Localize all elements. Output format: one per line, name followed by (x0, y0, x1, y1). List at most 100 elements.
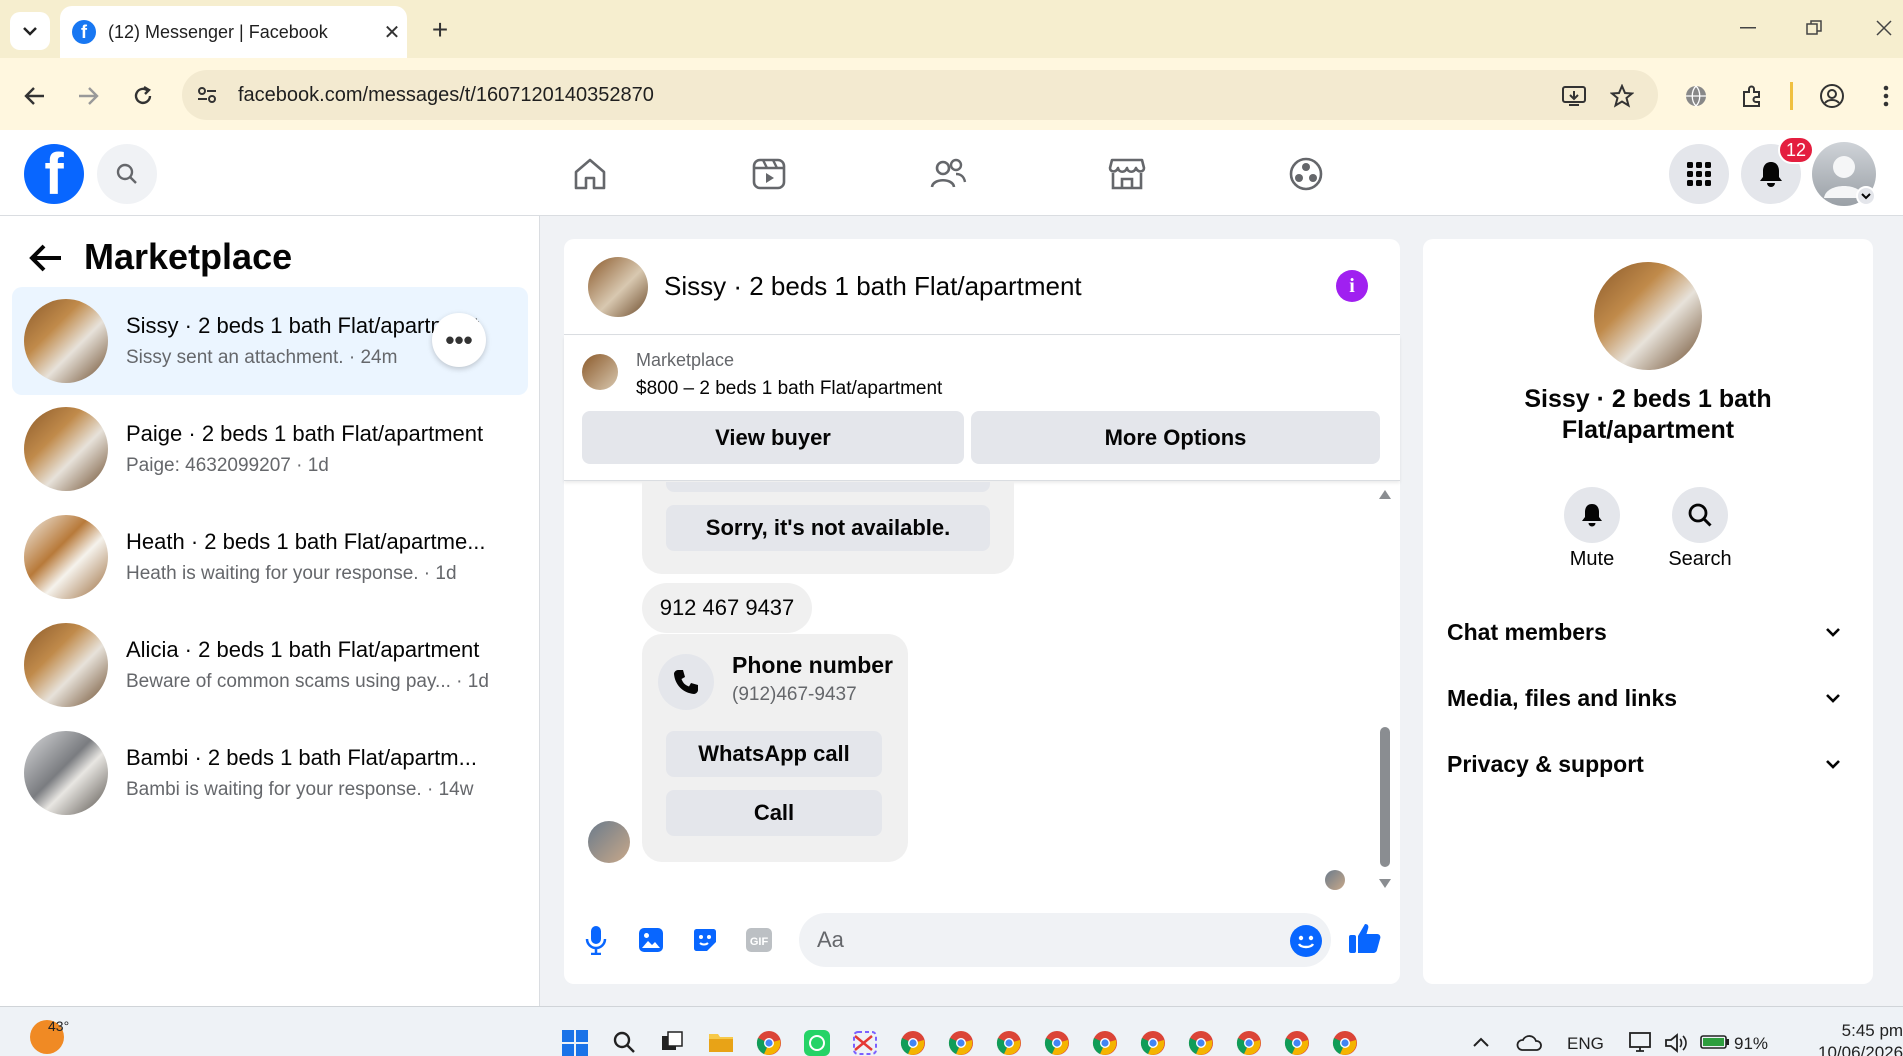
chrome-profile-icon[interactable] (1092, 1030, 1120, 1056)
chat-scrollbar-thumb[interactable] (1380, 727, 1390, 867)
view-buyer-button[interactable]: View buyer (582, 411, 964, 464)
info-icon[interactable]: i (1336, 270, 1368, 302)
chat-avatar[interactable] (588, 256, 648, 317)
forward-button[interactable] (70, 78, 106, 114)
close-window-button[interactable] (1860, 10, 1903, 46)
chrome-profile-icon[interactable] (1332, 1030, 1360, 1056)
network-icon[interactable] (1628, 1030, 1654, 1054)
gif-icon: GIF (746, 928, 772, 952)
back-to-chats-button[interactable] (28, 240, 68, 280)
file-explorer-icon[interactable] (708, 1030, 736, 1056)
snipping-tool-icon[interactable] (852, 1030, 880, 1056)
privacy-support-section[interactable]: Privacy & support (1447, 737, 1849, 791)
browser-menu-icon[interactable] (1868, 78, 1903, 114)
tab-close-button[interactable]: ✕ (377, 20, 407, 45)
restore-button[interactable] (1790, 10, 1838, 46)
media-files-links-section[interactable]: Media, files and links (1447, 671, 1849, 725)
extensions-puzzle-icon[interactable] (1734, 78, 1770, 114)
conversation-preview: Bambi is waiting for your response. · 14… (126, 779, 474, 800)
bookmark-star-icon[interactable] (1604, 78, 1640, 114)
quick-reply-button[interactable]: Sorry, it's not available. (666, 505, 990, 551)
nav-video[interactable] (747, 152, 791, 196)
tab-search-dropdown[interactable] (10, 12, 50, 50)
mute-button[interactable] (1564, 487, 1620, 543)
message-input[interactable]: Aa (799, 913, 1331, 967)
show-hidden-icons-chevron-icon[interactable] (1472, 1036, 1490, 1048)
battery-icon[interactable] (1700, 1034, 1730, 1050)
scroll-up-arrow[interactable] (1378, 488, 1392, 500)
svg-text:GIF: GIF (750, 936, 769, 948)
taskbar-search[interactable] (612, 1030, 640, 1056)
conversation-options-button[interactable]: ••• (432, 313, 486, 367)
call-button[interactable]: Call (666, 790, 882, 836)
chrome-profile-icon[interactable] (996, 1030, 1024, 1056)
facebook-search-button[interactable] (97, 144, 157, 204)
attach-photo-button[interactable] (633, 922, 669, 958)
menu-button[interactable] (1669, 144, 1729, 204)
chrome-profile-icon[interactable] (1284, 1030, 1312, 1056)
volume-icon[interactable] (1664, 1032, 1688, 1054)
profile-icon[interactable] (1814, 78, 1850, 114)
nav-home[interactable] (568, 152, 612, 196)
install-app-icon[interactable] (1556, 78, 1592, 114)
chrome-icon[interactable] (900, 1030, 928, 1056)
chrome-profile-icon[interactable] (1044, 1030, 1072, 1056)
sticker-button[interactable] (687, 922, 723, 958)
address-bar[interactable]: facebook.com/messages/t/1607120140352870 (182, 70, 1658, 120)
browser-tab[interactable]: f (12) Messenger | Facebook ✕ (60, 6, 407, 58)
translate-globe-icon[interactable] (1678, 78, 1714, 114)
listing-thumbnail[interactable] (582, 354, 618, 390)
chat-title[interactable]: Sissy · 2 beds 1 bath Flat/apartment (664, 271, 1082, 302)
chevron-down-icon (23, 27, 37, 36)
task-view-icon[interactable] (660, 1030, 688, 1056)
user-silhouette-icon (1824, 156, 1876, 206)
nav-gaming[interactable] (1284, 152, 1328, 196)
minimize-button[interactable] (1724, 10, 1772, 46)
back-button[interactable] (17, 78, 53, 114)
whatsapp-call-button[interactable]: WhatsApp call (666, 731, 882, 777)
listing-thumbnail (24, 299, 108, 383)
search-in-conversation-button[interactable] (1672, 487, 1728, 543)
more-options-button[interactable]: More Options (971, 411, 1380, 464)
language-indicator[interactable]: ENG (1567, 1034, 1604, 1054)
chrome-profile-icon[interactable] (948, 1030, 976, 1056)
chrome-icon[interactable] (756, 1030, 784, 1056)
scroll-down-arrow[interactable] (1378, 878, 1392, 890)
toolbar-divider (1790, 82, 1793, 110)
system-clock[interactable]: 5:45 pm 10/06/2026 (1818, 1020, 1903, 1056)
reload-icon (134, 85, 152, 105)
profile-avatar[interactable] (1594, 262, 1702, 370)
nav-friends[interactable] (926, 152, 970, 196)
whatsapp-icon[interactable] (804, 1030, 832, 1056)
url-text: facebook.com/messages/t/1607120140352870 (238, 83, 654, 106)
reload-button[interactable] (125, 78, 161, 114)
emoji-picker-icon[interactable] (1290, 925, 1322, 957)
conversation-item[interactable]: Heath · 2 beds 1 bath Flat/apartme... He… (12, 503, 528, 611)
chrome-profile-icon[interactable] (1140, 1030, 1168, 1056)
conversation-item[interactable]: Alicia · 2 beds 1 bath Flat/apartment Be… (12, 611, 528, 719)
battery-percentage: 91% (1734, 1034, 1769, 1053)
listing-price-title[interactable]: $800 – 2 beds 1 bath Flat/apartment (636, 378, 942, 400)
onedrive-cloud-icon[interactable] (1515, 1034, 1543, 1052)
listing-thumbnail (24, 731, 108, 815)
conversation-item[interactable]: Paige · 2 beds 1 bath Flat/apartment Pai… (12, 395, 528, 503)
account-avatar[interactable] (1812, 142, 1876, 206)
section-label: Media, files and links (1447, 684, 1678, 711)
nav-marketplace[interactable] (1105, 152, 1149, 196)
start-button[interactable] (562, 1030, 590, 1056)
section-label: Chat members (1447, 618, 1607, 645)
chrome-profile-icon[interactable] (1236, 1030, 1264, 1056)
chrome-profile-icon[interactable] (1188, 1030, 1216, 1056)
like-button[interactable] (1347, 920, 1383, 956)
sticker-icon (694, 929, 716, 951)
voice-clip-button[interactable] (578, 922, 614, 958)
new-tab-button[interactable]: + (422, 12, 458, 48)
conversation-item[interactable]: Bambi · 2 beds 1 bath Flat/apartm... Bam… (12, 719, 528, 827)
gif-button[interactable]: GIF (741, 922, 777, 958)
quick-reply-button-partial[interactable] (666, 482, 990, 492)
search-icon (1688, 503, 1712, 527)
chat-members-section[interactable]: Chat members (1447, 605, 1849, 659)
conversation-name: Heath · 2 beds 1 bath Flat/apartme... (126, 529, 486, 554)
facebook-logo[interactable]: f (24, 144, 84, 204)
site-settings-icon[interactable] (196, 84, 218, 106)
